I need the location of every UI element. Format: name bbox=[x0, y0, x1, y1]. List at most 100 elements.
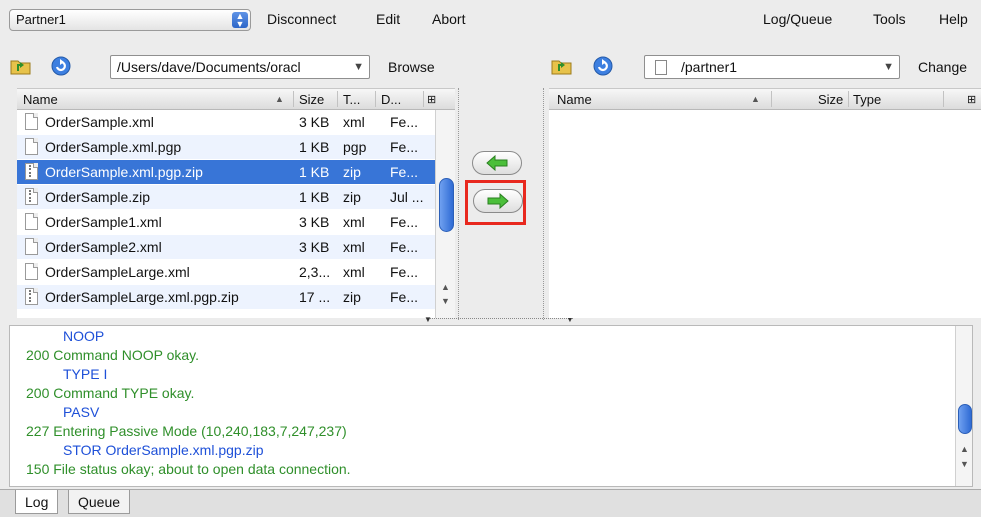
column-date[interactable]: D... bbox=[381, 92, 401, 107]
file-type: xml bbox=[343, 264, 365, 280]
tools-menu[interactable]: Tools bbox=[873, 11, 906, 27]
help-menu[interactable]: Help bbox=[939, 11, 968, 27]
folder-doc-icon bbox=[655, 60, 667, 75]
file-name: OrderSampleLarge.xml bbox=[45, 264, 190, 280]
sort-ascending-icon: ▲ bbox=[751, 94, 760, 104]
log-response-line: 200 Command NOOP okay. bbox=[26, 347, 200, 363]
remote-parent-folder-icon[interactable] bbox=[551, 56, 573, 78]
scroll-down-icon[interactable]: ▼ bbox=[436, 296, 455, 306]
partner-select[interactable]: Partner1 ▲ ▼ bbox=[9, 9, 251, 31]
column-size[interactable]: Size bbox=[818, 92, 843, 107]
file-name: OrderSample.xml.pgp.zip bbox=[45, 164, 203, 180]
file-type: pgp bbox=[343, 139, 367, 155]
file-name: OrderSample1.xml bbox=[45, 214, 162, 230]
local-path-value: /Users/dave/Documents/oracl bbox=[117, 59, 301, 75]
chevron-down-icon: ▼ bbox=[883, 61, 894, 73]
zip-file-icon bbox=[25, 188, 38, 205]
file-type: xml bbox=[343, 114, 365, 130]
browse-button[interactable]: Browse bbox=[388, 59, 435, 75]
left-splitter[interactable] bbox=[458, 88, 459, 320]
column-name[interactable]: Name bbox=[557, 92, 592, 107]
scroll-thumb[interactable] bbox=[958, 404, 972, 434]
file-date: Fe... bbox=[390, 139, 419, 155]
file-row[interactable]: OrderSample.xml 3 KB xml Fe... bbox=[17, 110, 435, 134]
local-table-header: Name ▲ Size T... D... ⊞ bbox=[17, 89, 455, 110]
log-response-line: 150 File status okay; about to open data… bbox=[26, 461, 351, 477]
file-row[interactable]: OrderSample.xml.pgp 1 KB pgp Fe... bbox=[17, 135, 435, 159]
sort-ascending-icon: ▲ bbox=[275, 94, 284, 104]
log-command-line: STOR OrderSample.xml.pgp.zip bbox=[63, 442, 264, 458]
tab-queue[interactable]: Queue bbox=[68, 490, 131, 514]
remote-path-value: /partner1 bbox=[681, 59, 738, 75]
file-icon bbox=[25, 238, 38, 255]
local-refresh-icon[interactable] bbox=[50, 55, 72, 77]
upload-button-highlight bbox=[465, 180, 526, 225]
remote-refresh-icon[interactable] bbox=[592, 55, 614, 77]
local-scrollbar[interactable]: ▲ ▼ bbox=[435, 110, 455, 318]
scroll-thumb[interactable] bbox=[439, 178, 454, 232]
file-date: Fe... bbox=[390, 239, 419, 255]
chevron-down-icon: ▼ bbox=[353, 61, 364, 73]
file-date: Fe... bbox=[390, 264, 419, 280]
file-row[interactable]: OrderSampleLarge.xml.pgp.zip 17 ... zip Fe.… bbox=[17, 285, 435, 309]
file-icon bbox=[25, 138, 38, 155]
file-row[interactable]: OrderSample.xml.pgp.zip 1 KB zip Fe... bbox=[17, 160, 435, 184]
column-size[interactable]: Size bbox=[299, 92, 324, 107]
file-row[interactable]: OrderSampleLarge.xml 2,3... xml Fe... bbox=[17, 260, 435, 284]
horizontal-splitter[interactable] bbox=[428, 318, 573, 319]
remote-path-select[interactable]: /partner1 ▼ bbox=[644, 55, 900, 79]
file-size: 1 KB bbox=[299, 139, 330, 155]
column-name[interactable]: Name bbox=[23, 92, 58, 107]
scroll-up-icon[interactable]: ▲ bbox=[956, 444, 972, 454]
right-splitter[interactable] bbox=[543, 88, 544, 320]
file-name: OrderSample.xml bbox=[45, 114, 154, 130]
abort-button[interactable]: Abort bbox=[432, 11, 465, 27]
disconnect-button[interactable]: Disconnect bbox=[267, 11, 336, 27]
file-name: OrderSampleLarge.xml.pgp.zip bbox=[45, 289, 239, 305]
tab-log[interactable]: Log bbox=[15, 490, 59, 514]
arrow-left-icon bbox=[486, 155, 508, 171]
splitter-arrow-icon: ▼ bbox=[424, 315, 432, 324]
log-response-line: 227 Entering Passive Mode (10,240,183,7,… bbox=[26, 423, 347, 439]
file-type: xml bbox=[343, 239, 365, 255]
local-parent-folder-icon[interactable] bbox=[10, 56, 32, 78]
change-button[interactable]: Change bbox=[918, 59, 967, 75]
column-type[interactable]: T... bbox=[343, 92, 360, 107]
file-size: 1 KB bbox=[299, 189, 330, 205]
file-size: 3 KB bbox=[299, 239, 330, 255]
file-icon bbox=[25, 113, 38, 130]
file-size: 3 KB bbox=[299, 214, 330, 230]
edit-menu[interactable]: Edit bbox=[376, 11, 400, 27]
file-date: Fe... bbox=[390, 114, 419, 130]
scroll-up-icon[interactable]: ▲ bbox=[436, 282, 455, 292]
log-scrollbar[interactable]: ▲ ▼ bbox=[955, 326, 972, 486]
scroll-down-icon[interactable]: ▼ bbox=[956, 459, 972, 469]
remote-table-header: Name ▲ Size Type ⊞ bbox=[549, 89, 981, 110]
remote-file-table: Name ▲ Size Type ⊞ bbox=[549, 88, 981, 318]
file-icon bbox=[25, 213, 38, 230]
local-file-table: Name ▲ Size T... D... ⊞ OrderSample.xml 3… bbox=[17, 88, 455, 318]
tab-bar bbox=[0, 489, 981, 517]
zip-file-icon bbox=[25, 288, 38, 305]
column-type[interactable]: Type bbox=[853, 92, 881, 107]
file-size: 17 ... bbox=[299, 289, 331, 305]
column-chooser-icon[interactable]: ⊞ bbox=[427, 93, 436, 106]
column-chooser-icon[interactable]: ⊞ bbox=[967, 93, 976, 106]
log-response-line: 200 Command TYPE okay. bbox=[26, 385, 195, 401]
log-queue-menu[interactable]: Log/Queue bbox=[763, 11, 832, 27]
log-command-line: TYPE I bbox=[63, 366, 108, 382]
file-row[interactable]: OrderSample2.xml 3 KB xml Fe... bbox=[17, 235, 435, 259]
menu-bar: Partner1 ▲ ▼ Disconnect Edit Abort Log/Qu… bbox=[0, 0, 981, 40]
local-path-select[interactable]: /Users/dave/Documents/oracl ▼ bbox=[110, 55, 370, 79]
partner-select-value: Partner1 bbox=[16, 12, 66, 27]
download-button[interactable] bbox=[472, 151, 522, 175]
zip-file-icon bbox=[25, 163, 38, 180]
file-row[interactable]: OrderSample1.xml 3 KB xml Fe... bbox=[17, 210, 435, 234]
file-name: OrderSample2.xml bbox=[45, 239, 162, 255]
file-icon bbox=[25, 263, 38, 280]
file-type: zip bbox=[343, 289, 361, 305]
file-size: 3 KB bbox=[299, 114, 330, 130]
file-type: zip bbox=[343, 164, 361, 180]
file-row[interactable]: OrderSample.zip 1 KB zip Jul ... bbox=[17, 185, 435, 209]
log-command-line: NOOP bbox=[63, 328, 105, 344]
